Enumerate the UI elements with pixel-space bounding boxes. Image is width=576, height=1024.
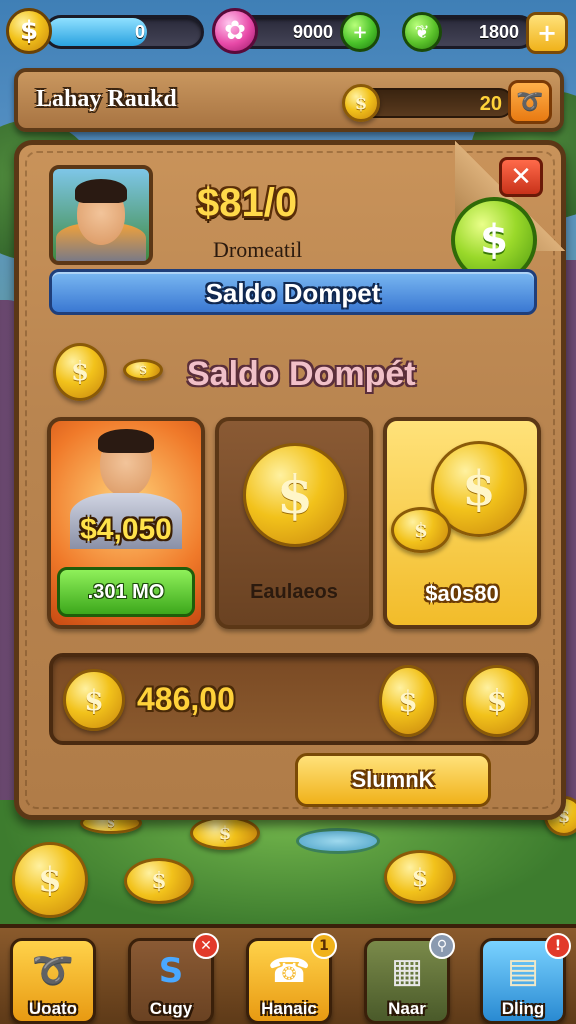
ribbon-icon: ➰ (31, 951, 75, 991)
ribbon-button[interactable]: ➰ (508, 80, 552, 124)
wallet-balance-label: Saldo Dompet (205, 278, 381, 308)
coin-icon: $ (384, 850, 456, 904)
hud-left-value: 0 (134, 22, 145, 42)
hud-left-fill (47, 18, 148, 46)
action-button[interactable]: SlumnK (295, 753, 491, 807)
nav-item-naar[interactable]: ▦ ⚲ Naar (364, 933, 455, 1024)
coin-icon: $ (342, 84, 380, 122)
top-hud: 0 $ 9000 ✿ + 1800 ❦ + (0, 6, 576, 54)
nav-item-label: Naar (388, 999, 426, 1018)
count-badge-icon: 1 (311, 933, 337, 959)
nav-item-uoato[interactable]: ➰ Uoato (10, 938, 96, 1024)
wallet-amount: $81/0 (197, 181, 298, 225)
ribbon-icon: ➰ (516, 89, 544, 115)
page-title: Lahay Raukd (36, 86, 177, 112)
action-button-label: SlumnK (351, 767, 435, 792)
hud-right-value: 1800 (478, 22, 519, 42)
add-currency-button[interactable]: + (526, 12, 568, 54)
card-label: $a0s80 (425, 581, 499, 606)
reward-card-coin[interactable]: $ Eaulaeos (215, 417, 373, 629)
coin-icon: $ (391, 507, 451, 553)
close-button[interactable]: ✕ (499, 157, 543, 197)
close-badge-icon: ✕ (193, 933, 219, 959)
coin-icon: $ (53, 343, 107, 401)
pink-gem-icon[interactable]: ✿ (212, 8, 258, 54)
nav-item-label: Uoato (28, 999, 78, 1018)
nav-item-dling[interactable]: ▤ ! Dling (480, 933, 571, 1024)
coin-icon: $ (379, 665, 437, 737)
gold-coin-icon[interactable]: $ (6, 8, 52, 54)
nav-item-label: Dling (501, 999, 545, 1018)
nav-item-cugy[interactable]: S ✕ Cugy (128, 933, 219, 1024)
s-coin-icon: S (158, 951, 184, 991)
section-title: Saldo Dompét (187, 355, 416, 393)
coin-icon: $ (243, 443, 347, 547)
green-plus-icon[interactable]: + (340, 12, 380, 52)
wallet-sub-label: Dromeatil (213, 237, 303, 262)
avatar-hair (75, 179, 127, 203)
cash-register-icon: ▦ (390, 951, 424, 991)
coin-icon: $ (63, 669, 125, 731)
wallet-panel: ✕ $81/0 Dromeatil $ Saldo Dompet $ $ Sal… (14, 140, 566, 820)
coin-icon: $ (463, 665, 531, 737)
nav-item-label: Hanaic (261, 999, 317, 1018)
money-stack-icon: ▤ (506, 951, 540, 991)
nav-item-label: Cugy (149, 999, 193, 1018)
coin-icon: $ (12, 842, 88, 918)
coin-icon: $ (123, 359, 163, 381)
player-hair (98, 429, 154, 453)
title-progress-value: 20 (479, 93, 502, 115)
green-leaf-icon: ❦ (402, 12, 442, 52)
total-strip: $ 486,00 $ $ (49, 653, 539, 745)
card-claim-button[interactable]: .301 MO (57, 567, 195, 617)
wallet-balance-bar[interactable]: Saldo Dompet (49, 269, 537, 315)
title-bar: Lahay Raukd 20 $ ➰ (14, 68, 564, 132)
hud-middle-value: 9000 (292, 22, 333, 42)
card-claim-label: .301 MO (87, 580, 165, 603)
search-badge-icon: ⚲ (429, 933, 455, 959)
card-label: Eaulaeos (250, 581, 338, 603)
close-icon: ✕ (510, 162, 532, 192)
nav-item-hanaic[interactable]: ☎ 1 Hanaic (246, 933, 337, 1024)
reward-card-coins[interactable]: $ $ $a0s80 (383, 417, 541, 629)
pond (296, 828, 380, 854)
bottom-nav: ➰ Uoato S ✕ Cugy ☎ 1 Hanaic ▦ ⚲ Naar ▤ !… (0, 924, 576, 1024)
reward-card-player[interactable]: $4,050 .301 MO (47, 417, 205, 629)
card-amount: $4,050 (80, 513, 172, 546)
alert-badge-icon: ! (545, 933, 571, 959)
avatar (49, 165, 153, 265)
hud-left-bar: 0 (44, 15, 204, 49)
coin-icon: $ (190, 816, 260, 850)
coin-icon: $ (124, 858, 194, 904)
total-amount: 486,00 (137, 681, 235, 717)
phone-icon: ☎ (267, 951, 311, 991)
